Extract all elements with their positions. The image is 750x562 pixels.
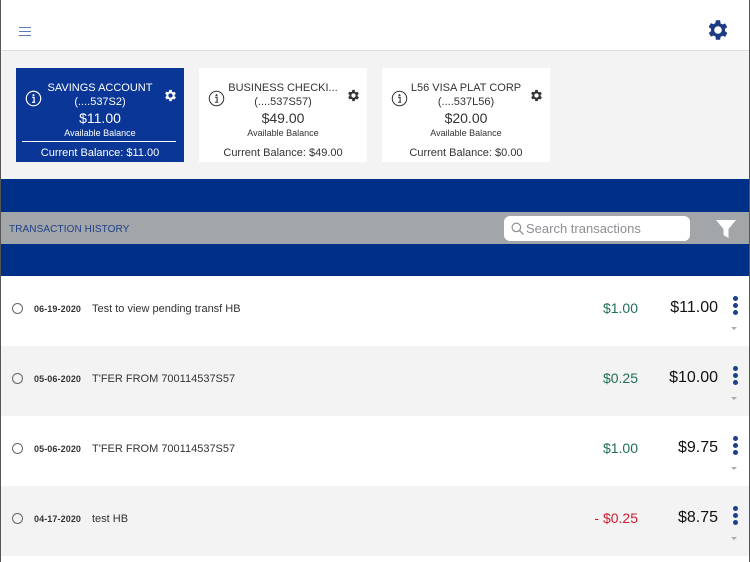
transaction-description: T'FER FROM 700114537S57 — [92, 373, 236, 385]
current-balance: Current Balance: $49.00 — [223, 147, 343, 159]
available-balance-label: Available Balance — [247, 128, 319, 138]
expand-caret-icon[interactable] — [731, 397, 737, 400]
hamburger-icon[interactable] — [19, 27, 31, 37]
more-options-icon[interactable] — [730, 366, 740, 390]
transaction-amount: $1.00 — [602, 440, 638, 456]
running-balance: $9.75 — [677, 439, 718, 456]
expand-caret-icon[interactable] — [731, 327, 737, 330]
account-number: (....537L56) — [437, 96, 495, 108]
account-name: SAVINGS ACCOUNT — [47, 82, 153, 94]
current-balance: Current Balance: $0.00 — [409, 147, 523, 159]
current-balance: Current Balance: $11.00 — [40, 147, 160, 159]
account-number: (....537S2) — [74, 96, 126, 108]
transaction-row[interactable]: 05-06-2020 T'FER FROM 700114537S57 $1.00… — [1, 416, 749, 486]
account-name: L56 VISA PLAT CORP — [410, 82, 522, 94]
transaction-amount: - $0.25 — [594, 510, 638, 526]
running-balance: $10.00 — [669, 369, 718, 386]
transaction-description: T'FER FROM 700114537S57 — [92, 443, 236, 455]
transaction-row[interactable]: 04-17-2020 test HB - $0.25 $8.75 — [1, 486, 749, 556]
transaction-history-header: TRANSACTION HISTORY — [1, 212, 749, 244]
account-card-visa[interactable]: L56 VISA PLAT CORP (....537L56) $20.00 A… — [382, 68, 550, 162]
select-radio[interactable] — [12, 443, 23, 454]
available-balance-label: Available Balance — [64, 128, 136, 138]
transaction-description: Test to view pending transf HB — [92, 303, 241, 315]
search-box[interactable] — [504, 216, 690, 241]
available-balance-label: Available Balance — [430, 128, 502, 138]
transaction-date: 06-19-2020 — [34, 304, 82, 314]
more-options-icon[interactable] — [730, 506, 740, 530]
transaction-date: 05-06-2020 — [34, 374, 82, 384]
search-icon — [511, 222, 524, 235]
more-options-icon[interactable] — [730, 436, 740, 460]
select-radio[interactable] — [12, 303, 23, 314]
running-balance: $11.00 — [670, 299, 718, 316]
available-balance: $11.00 — [79, 110, 121, 126]
running-balance: $8.75 — [677, 509, 718, 526]
account-number: (....537S57) — [254, 96, 312, 108]
account-settings-gear-icon[interactable] — [163, 88, 178, 103]
account-card-business-checking[interactable]: BUSINESS CHECKI... (....537S57) $49.00 A… — [199, 68, 367, 162]
info-icon[interactable] — [208, 90, 225, 107]
transaction-date: 05-06-2020 — [34, 444, 82, 454]
select-radio[interactable] — [12, 373, 23, 384]
account-card-savings[interactable]: SAVINGS ACCOUNT (....537S2) $11.00 Avail… — [16, 68, 184, 162]
account-settings-gear-icon[interactable] — [346, 88, 361, 103]
transaction-amount: $0.25 — [602, 370, 638, 386]
search-input[interactable] — [526, 219, 684, 238]
brand-band-top — [1, 179, 749, 212]
transaction-row[interactable]: 05-06-2020 T'FER FROM 700114537S57 $0.25… — [1, 346, 749, 416]
info-icon[interactable] — [391, 90, 408, 107]
transaction-date: 04-17-2020 — [34, 514, 82, 524]
transaction-history-title: TRANSACTION HISTORY — [9, 224, 130, 235]
account-name: BUSINESS CHECKI... — [228, 82, 338, 94]
expand-caret-icon[interactable] — [731, 537, 737, 540]
app-window: SAVINGS ACCOUNT (....537S2) $11.00 Avail… — [0, 0, 750, 562]
info-icon[interactable] — [25, 90, 42, 107]
filter-icon[interactable] — [715, 218, 737, 240]
top-bar — [1, 0, 749, 51]
transaction-row[interactable]: 06-19-2020 Test to view pending transf H… — [1, 276, 749, 346]
gear-icon[interactable] — [705, 17, 731, 43]
brand-band-bottom — [1, 244, 749, 276]
transaction-amount: $1.00 — [602, 300, 638, 316]
account-settings-gear-icon[interactable] — [529, 88, 544, 103]
select-radio[interactable] — [12, 513, 23, 524]
expand-caret-icon[interactable] — [731, 467, 737, 470]
card-divider — [22, 141, 176, 142]
available-balance: $20.00 — [444, 110, 488, 126]
transaction-description: test HB — [92, 513, 129, 525]
more-options-icon[interactable] — [730, 296, 740, 320]
transaction-list: 06-19-2020 Test to view pending transf H… — [1, 276, 749, 556]
accounts-carousel: SAVINGS ACCOUNT (....537S2) $11.00 Avail… — [1, 52, 749, 179]
available-balance: $49.00 — [261, 110, 305, 126]
